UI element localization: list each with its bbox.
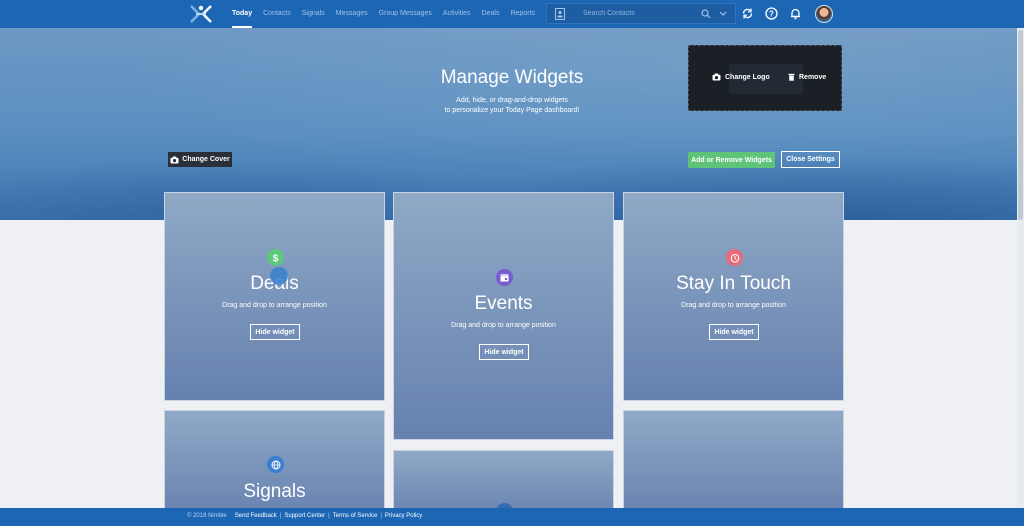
search-icon[interactable]	[701, 8, 711, 19]
sync-icon[interactable]	[741, 7, 754, 20]
footer-separator: |	[279, 513, 282, 519]
add-remove-widgets-button[interactable]: Add or Remove Widgets	[688, 152, 775, 168]
footer-separator: |	[380, 513, 382, 519]
widget-signals[interactable]: Signals	[164, 410, 385, 520]
hide-widget-button[interactable]: Hide widget	[709, 324, 759, 340]
chevron-down-icon[interactable]	[719, 11, 727, 17]
top-navigation-bar: Today Contacts Signals Messages Group Me…	[0, 0, 1024, 28]
calendar-icon	[496, 269, 513, 286]
widget-title: Events	[474, 293, 533, 314]
svg-text:$: $	[273, 254, 279, 264]
close-settings-button[interactable]: Close Settings	[781, 151, 840, 168]
widget-title: Stay In Touch	[676, 273, 791, 294]
page-subtitle: Add, hide, or drag-and-drop widgets to p…	[0, 96, 1024, 116]
search-box[interactable]	[546, 3, 736, 24]
terms-of-service-link[interactable]: Terms of Service	[333, 513, 378, 519]
widget-subtitle: Drag and drop to arrange position	[451, 322, 556, 329]
camera-icon	[170, 156, 179, 163]
subtitle-line-2: to personalize your Today Page dashboard…	[444, 107, 580, 114]
nav-signals[interactable]: Signals	[302, 0, 325, 28]
logo-upload-area: Change Logo Remove	[688, 45, 842, 111]
footer-separator: |	[328, 513, 330, 519]
hide-widget-button[interactable]: Hide widget	[479, 344, 529, 360]
svg-text:?: ?	[769, 9, 774, 18]
nav-reports[interactable]: Reports	[510, 0, 535, 28]
trash-icon	[788, 73, 795, 81]
page-title: Manage Widgets	[440, 67, 584, 88]
widget-stay-in-touch[interactable]: Stay In Touch Drag and drop to arrange p…	[623, 192, 844, 401]
drag-cursor-indicator	[270, 267, 288, 285]
widget-deals[interactable]: $ Deals Drag and drop to arrange positio…	[164, 192, 385, 401]
nav-messages[interactable]: Messages	[336, 0, 368, 28]
page-scrollbar[interactable]	[1017, 28, 1024, 508]
widget-title: Signals	[243, 481, 306, 502]
widget-partial-right[interactable]	[623, 410, 844, 520]
nav-activities[interactable]: Activities	[443, 0, 471, 28]
subtitle-line-1: Add, hide, or drag-and-drop widgets	[456, 97, 568, 104]
contact-card-icon	[555, 7, 565, 20]
widget-subtitle: Drag and drop to arrange position	[681, 302, 786, 309]
nimble-logo[interactable]	[188, 4, 214, 24]
support-center-link[interactable]: Support Center	[284, 513, 325, 519]
change-cover-button[interactable]: Change Cover	[168, 152, 232, 167]
nav-deals[interactable]: Deals	[482, 0, 500, 28]
remove-label: Remove	[799, 73, 827, 81]
scrollbar-thumb[interactable]	[1018, 30, 1023, 220]
widget-subtitle: Drag and drop to arrange position	[222, 302, 327, 309]
alarm-icon	[726, 249, 743, 266]
search-input[interactable]	[581, 9, 697, 18]
remove-logo-button[interactable]: Remove	[788, 73, 826, 81]
footer: © 2018 Nimble Send Feedback | Support Ce…	[0, 508, 1024, 526]
nav-group-messages[interactable]: Group Messages	[379, 0, 432, 28]
dollar-icon: $	[267, 249, 284, 266]
copyright-text: © 2018 Nimble	[187, 513, 227, 519]
send-feedback-link[interactable]: Send Feedback	[235, 513, 277, 519]
change-cover-label: Change Cover	[182, 156, 230, 163]
privacy-policy-link[interactable]: Privacy Policy	[385, 513, 422, 519]
user-avatar[interactable]	[815, 5, 833, 23]
widget-events[interactable]: Events Drag and drop to arrange position…	[393, 192, 614, 440]
globe-icon	[267, 456, 284, 473]
change-logo-button[interactable]: Change Logo	[712, 73, 770, 81]
hide-widget-button[interactable]: Hide widget	[250, 324, 300, 340]
nav-today[interactable]: Today	[232, 0, 253, 28]
change-logo-label: Change Logo	[725, 73, 770, 81]
help-icon[interactable]: ?	[765, 7, 778, 20]
bell-icon[interactable]	[789, 7, 802, 20]
camera-icon	[712, 73, 721, 81]
nav-contacts[interactable]: Contacts	[263, 0, 291, 28]
